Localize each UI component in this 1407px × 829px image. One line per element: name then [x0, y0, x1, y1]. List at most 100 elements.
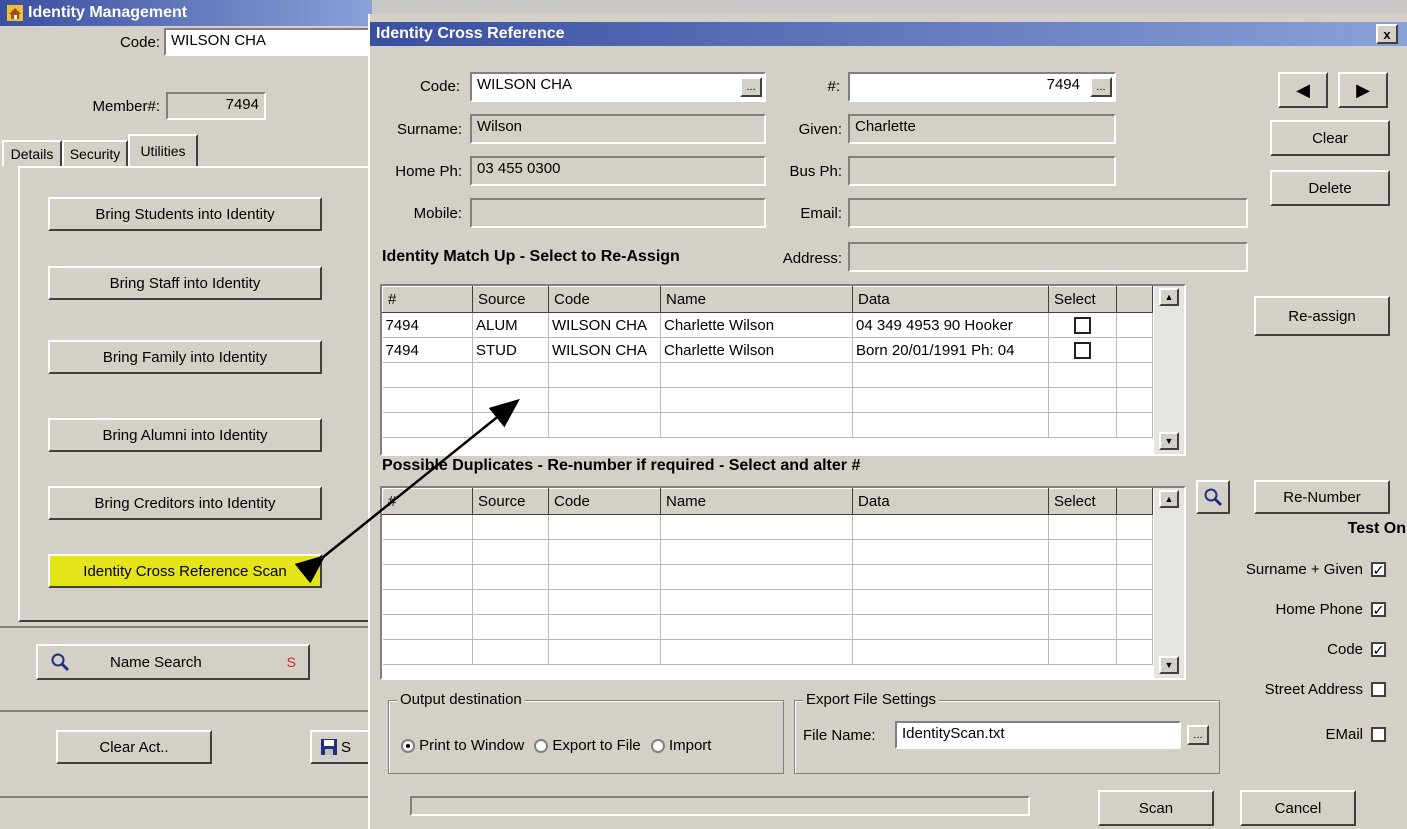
clear-act-button[interactable]: Clear Act.. — [56, 730, 212, 764]
matchup-scrollbar[interactable]: ▲ ▼ — [1154, 286, 1184, 454]
file-browse-button[interactable]: ... — [1187, 725, 1209, 745]
bring-creditors-button[interactable]: Bring Creditors into Identity — [48, 486, 322, 520]
test-checkbox[interactable]: ✓ — [1371, 642, 1386, 657]
delete-button[interactable]: Delete — [1270, 170, 1390, 206]
test-surname-given[interactable]: Surname + Given ✓ — [1200, 561, 1386, 578]
member-field: 7494 — [166, 92, 266, 120]
divider — [0, 626, 372, 628]
col-data-header[interactable]: Data — [852, 488, 1049, 515]
col-source-header[interactable]: Source — [472, 488, 549, 515]
test-checkbox[interactable] — [1371, 682, 1386, 697]
option-import[interactable]: Import — [650, 737, 711, 754]
col-blank-header — [1116, 286, 1153, 313]
magnifier-icon — [1204, 488, 1223, 507]
email-label: Email: — [800, 205, 842, 222]
col-code-header[interactable]: Code — [548, 286, 661, 313]
option-print-to-window[interactable]: Print to Window — [401, 737, 524, 754]
col-num-header[interactable]: # — [382, 488, 473, 515]
output-destination-group: Output destination Print to Window Expor… — [388, 691, 784, 774]
scan-button[interactable]: Scan — [1098, 790, 1214, 826]
clear-button[interactable]: Clear — [1270, 120, 1390, 156]
duplicates-scrollbar[interactable]: ▲ ▼ — [1154, 488, 1184, 678]
dlg-code-lookup-button[interactable]: ... — [740, 77, 762, 97]
name-search-button[interactable]: Name Search S — [36, 644, 310, 680]
col-select-header[interactable]: Select — [1048, 286, 1117, 313]
select-checkbox[interactable] — [1074, 316, 1091, 334]
radio-button[interactable] — [401, 739, 415, 754]
bring-students-button[interactable]: Bring Students into Identity — [48, 197, 322, 231]
output-destination-title: Output destination — [397, 691, 525, 708]
table-row[interactable]: 7494 ALUM WILSON CHA Charlette Wilson 04… — [382, 312, 1153, 338]
bring-staff-button[interactable]: Bring Staff into Identity — [48, 266, 322, 300]
code-field[interactable]: WILSON CHA — [164, 28, 372, 56]
export-file-settings-title: Export File Settings — [803, 691, 940, 708]
cell-data: Born 20/01/1991 Ph: 04 — [852, 337, 1049, 363]
test-checkbox[interactable]: ✓ — [1371, 562, 1386, 577]
save-button[interactable]: S — [310, 730, 372, 764]
test-checkbox[interactable] — [1371, 727, 1386, 742]
homeph-label: Home Ph: — [395, 163, 462, 180]
hash-field[interactable]: 7494 — [848, 72, 1116, 102]
col-select-header[interactable]: Select — [1048, 488, 1117, 515]
option-export-to-file[interactable]: Export to File — [534, 737, 641, 754]
dialog-titlebar[interactable]: Identity Cross Reference — [370, 22, 1407, 46]
test-street-address[interactable]: Street Address — [1200, 681, 1386, 698]
renumber-button[interactable]: Re-Number — [1254, 480, 1390, 514]
tab-details[interactable]: Details — [2, 140, 62, 166]
cancel-button[interactable]: Cancel — [1240, 790, 1356, 826]
cell-source: ALUM — [472, 312, 549, 338]
matchup-grid[interactable]: # Source Code Name Data Select 7494 ALUM… — [380, 284, 1186, 456]
cell-source: STUD — [472, 337, 549, 363]
table-row — [382, 514, 1153, 540]
divider-2 — [0, 710, 372, 712]
mobile-field — [470, 198, 766, 228]
col-name-header[interactable]: Name — [660, 488, 853, 515]
matchup-table: # Source Code Name Data Select 7494 ALUM… — [382, 286, 1153, 438]
given-label: Given: — [798, 121, 842, 138]
dlg-code-value: WILSON CHA — [477, 76, 573, 93]
radio-button[interactable] — [650, 739, 665, 754]
test-checkbox[interactable]: ✓ — [1371, 602, 1386, 617]
file-name-value: IdentityScan.txt — [902, 725, 1005, 742]
name-search-hotkey: S — [286, 654, 296, 670]
col-source-header[interactable]: Source — [472, 286, 549, 313]
file-name-field[interactable]: IdentityScan.txt — [895, 721, 1181, 749]
tab-utilities[interactable]: Utilities — [128, 134, 198, 166]
bring-alumni-button[interactable]: Bring Alumni into Identity — [48, 418, 322, 452]
radio-button[interactable] — [534, 739, 549, 754]
scroll-up-icon[interactable]: ▲ — [1159, 490, 1179, 508]
table-row[interactable]: 7494 STUD WILSON CHA Charlette Wilson Bo… — [382, 337, 1153, 363]
reassign-button[interactable]: Re-assign — [1254, 296, 1390, 336]
code-label: Code: — [119, 34, 160, 51]
scroll-up-icon[interactable]: ▲ — [1159, 288, 1179, 306]
arrow-left-icon[interactable]: ◀ — [1278, 72, 1328, 108]
test-code[interactable]: Code ✓ — [1200, 641, 1386, 658]
test-home-phone[interactable]: Home Phone ✓ — [1200, 601, 1386, 618]
bring-family-button[interactable]: Bring Family into Identity — [48, 340, 322, 374]
arrow-right-icon[interactable]: ▶ — [1338, 72, 1388, 108]
hash-lookup-button[interactable]: ... — [1090, 77, 1112, 97]
duplicates-grid[interactable]: # Source Code Name Data Select ▲ ▼ — [380, 486, 1186, 680]
tab-security[interactable]: Security — [62, 140, 128, 166]
test-email[interactable]: EMail — [1200, 726, 1386, 743]
dlg-code-field[interactable]: WILSON CHA — [470, 72, 766, 102]
scroll-down-icon[interactable]: ▼ — [1159, 432, 1179, 450]
dlg-code-label: Code: — [419, 78, 460, 95]
scroll-down-icon[interactable]: ▼ — [1159, 656, 1179, 674]
test-label: Home Phone — [1275, 601, 1363, 618]
cell-blank — [1116, 337, 1153, 363]
cell-name: Charlette Wilson — [660, 337, 853, 363]
col-num-header[interactable]: # — [382, 286, 473, 313]
identity-cross-reference-scan-button[interactable]: Identity Cross Reference Scan — [48, 554, 322, 588]
col-name-header[interactable]: Name — [660, 286, 853, 313]
col-code-header[interactable]: Code — [548, 488, 661, 515]
select-checkbox[interactable] — [1074, 341, 1091, 359]
col-data-header[interactable]: Data — [852, 286, 1049, 313]
close-icon[interactable]: x — [1376, 24, 1398, 44]
identity-management-titlebar[interactable]: Identity Management — [0, 0, 372, 26]
test-label: Code — [1327, 641, 1363, 658]
divider-3 — [0, 796, 372, 798]
cell-select — [1048, 337, 1117, 363]
search-icon[interactable] — [1196, 480, 1230, 514]
duplicates-title: Possible Duplicates - Re-number if requi… — [382, 457, 861, 474]
